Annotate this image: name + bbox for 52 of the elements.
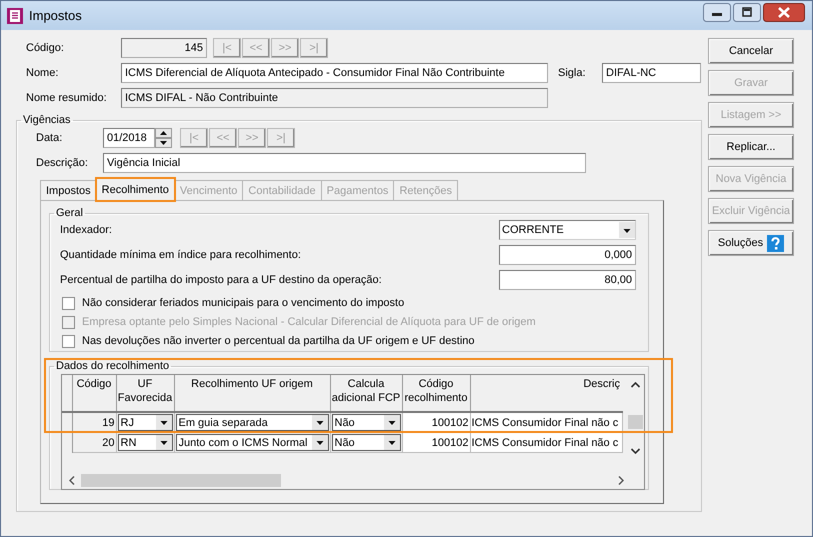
help-icon [767, 234, 784, 252]
field-label: Código: [25, 42, 65, 54]
short-name-field: ICMS DIFAL - Não Contribuinte [121, 88, 548, 108]
table-cell: ICMS Consumidor Final não c [470, 432, 622, 452]
collection-dropdown[interactable]: Junto com o ICMS Normal [176, 434, 328, 451]
action-button[interactable]: Soluções [708, 230, 794, 256]
column-header[interactable]: Código recolhimento [402, 375, 470, 412]
field-label: Descrição: [35, 157, 89, 169]
table-cell: 100102 [402, 432, 470, 452]
maximize-icon[interactable] [733, 3, 761, 22]
column-header[interactable]: Recolhimento UF origem [174, 375, 330, 412]
date-field[interactable]: 01/2018 [103, 128, 155, 148]
acronym-field[interactable]: DIFAL-NC [602, 63, 701, 83]
table-cell: 20 [72, 432, 116, 452]
checkbox-icon[interactable] [62, 334, 75, 348]
action-button[interactable]: Replicar... [708, 134, 794, 160]
field-label: Indexador: [60, 224, 113, 236]
share-percent-field[interactable]: 80,00 [499, 270, 636, 290]
description-field[interactable]: Vigência Inicial [103, 153, 586, 173]
field-label: Nome: [25, 67, 60, 79]
name-field[interactable]: ICMS Diferencial de Alíquota Antecipado - Consumidor Final Não Contribuinte [121, 63, 548, 83]
tab[interactable]: Recolhimento [96, 178, 175, 201]
group-title: Vigências [22, 114, 72, 126]
field-label: Sigla: [558, 67, 587, 79]
checkbox-icon[interactable] [62, 296, 75, 310]
field-label: Data: [35, 132, 64, 144]
spinner-icon[interactable] [155, 128, 172, 148]
state-dropdown[interactable]: RN [118, 434, 172, 451]
field-label: Percentual de partilha do imposto para a UF destino da operação: [60, 274, 383, 286]
minimize-icon[interactable] [703, 3, 731, 22]
action-button[interactable]: Cancelar [708, 38, 794, 64]
field-label: Nome resumido: [25, 92, 108, 104]
code-field: 145 [121, 38, 207, 58]
checkbox-option[interactable]: Nas devoluções não inverter o percentual da partilha da UF origem e UF destino [62, 333, 648, 349]
fcp-dropdown[interactable]: Não [332, 414, 400, 431]
field-label: Quantidade mínima em índice para recolhimento: [60, 249, 302, 261]
indexer-dropdown[interactable]: CORRENTE [499, 220, 636, 240]
state-dropdown[interactable]: RJ [118, 414, 172, 431]
window-title: Impostos [29, 8, 82, 23]
checkbox-option[interactable]: Não considerar feriados municipais para o vencimento do imposto [62, 295, 648, 311]
column-header[interactable]: Código [72, 375, 116, 412]
column-header[interactable]: UF Favorecida [116, 375, 174, 412]
tab[interactable]: Impostos [40, 180, 97, 200]
close-icon[interactable] [763, 3, 805, 22]
minimum-quantity-field[interactable]: 0,000 [499, 245, 636, 265]
group-title: Geral [55, 207, 84, 219]
document-icon [6, 6, 24, 24]
fcp-dropdown[interactable]: Não [332, 434, 400, 451]
column-header[interactable]: Calcula adicional FCP [330, 375, 402, 412]
group-title: Dados do recolhimento [55, 360, 170, 372]
column-header[interactable]: Descriç [470, 375, 622, 412]
collection-dropdown[interactable]: Em guia separada [176, 414, 328, 431]
